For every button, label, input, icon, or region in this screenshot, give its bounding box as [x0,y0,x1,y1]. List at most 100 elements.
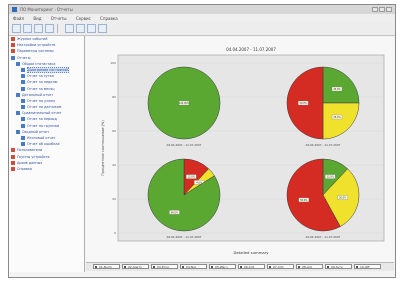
y-tick-label: 0 [114,231,116,235]
report-icon [21,80,25,85]
tree-item[interactable]: Справка [9,166,84,172]
menu-service[interactable]: Сервис [72,14,95,21]
tree-item-label: Сводный отчет [22,129,50,134]
tree-item-label: Отчет за сутки [27,74,54,79]
tree-item-label: Отчет за период [27,117,57,122]
legend-marker-icon [95,266,97,268]
legend-label: 04-N/A [186,265,197,269]
slice-label: 25.0% [333,88,341,91]
legend-marker-icon [298,266,300,268]
report-icon [21,67,25,72]
legend-item[interactable]: 09-Sync [325,264,352,269]
legend-marker-icon [327,266,329,268]
menu-file[interactable]: Файл [9,14,28,21]
y-axis-label: Процентное соотношение (%) [101,120,105,176]
app-window: ПО Мониторинг · Отчеты Файл Вид Отчеты С… [8,4,396,278]
legend-marker-icon [124,266,126,268]
report-icon [16,111,20,116]
slice-label: 30.0% [339,196,347,199]
report-icon [16,61,20,66]
tree-item-label: Журнал событий [17,37,48,41]
x-axis-label: Detailed summary [233,250,269,255]
folder-icon [11,49,15,54]
pie-caption: 04.04.2007 - 11.07.2007 [306,143,341,147]
tree-item-label: Архив данных [17,160,43,165]
tree-item-label: Настройки устройств [17,43,56,48]
legend-marker-icon [153,266,155,268]
tree-item-label: Сравнительный отчет [22,111,62,116]
folder-icon [11,37,15,41]
chart-icon[interactable] [87,24,96,33]
close-button[interactable] [386,7,392,12]
tree-item-label: Отчет за месяц [27,86,55,91]
report-icon [16,129,20,134]
legend-label: 07-Info [273,265,284,269]
legend-item[interactable]: 07-Info [267,264,294,269]
help-icon[interactable] [98,24,107,33]
y-tick-label: 80 [112,95,116,99]
legend-marker-icon [356,266,358,268]
legend-item[interactable]: 04-N/A [180,264,207,269]
legend-item[interactable]: 01-Norm [93,264,120,269]
slice-label: 25.0% [333,116,341,119]
folder-icon [11,43,15,48]
y-tick-label: 20 [112,197,116,201]
tree-item-label: Отчет по датчикам [27,105,62,110]
report-panel: 04.04.2007 - 11.07.2007 Процентное соотн… [86,37,394,271]
slice-label: 100.00% [179,102,190,105]
minimize-button[interactable] [372,7,378,12]
legend-label: 05-Warn [215,265,228,269]
report-icon [21,117,25,122]
legend-item[interactable]: 06-Crit [238,264,265,269]
legend-item[interactable]: 03-Error [151,264,178,269]
toolbar-separator [57,24,58,33]
open-icon[interactable] [23,24,32,33]
refresh-icon[interactable] [65,24,74,33]
tree-item-label: Итоговый отчет [27,136,56,140]
report-icon [21,86,25,91]
pie-caption: 04.04.2007 - 11.07.2007 [167,235,202,239]
report-icon [21,123,25,128]
save-icon[interactable] [34,24,43,33]
report-icon [16,92,20,97]
y-tick-label: 100 [110,61,116,65]
legend-marker-icon [269,266,271,268]
report-icon [21,142,25,147]
report-icon [21,74,25,79]
slice-label: 12.0% [188,176,196,179]
legend-marker-icon [182,266,184,268]
legend-label: 01-Norm [99,265,113,269]
chart-title: 04.04.2007 - 11.07.2007 [226,47,276,52]
tree-item-label: Пользователи [17,148,43,153]
tree-item-label: Отчет за неделю [27,80,58,85]
slice-label: 50.0% [300,102,308,105]
new-icon[interactable] [12,24,21,33]
legend-label: 10-Off [360,265,370,269]
legend-item[interactable]: 05-Warn [209,264,236,269]
tree-item-label: Группы устройств [17,154,50,159]
window-title: ПО Мониторинг · Отчеты [20,7,73,12]
legend-item[interactable]: 08-Ack [296,264,323,269]
tree-item-label: Детальный отчет [22,92,54,97]
maximize-button[interactable] [379,7,385,12]
slice-label: 12.0% [327,176,335,179]
pie-chart-panel: 04.04.2007 - 11.07.2007 Процентное соотн… [98,43,388,261]
navigation-tree: Журнал событий Настройки устройств Парамет… [9,36,85,272]
folder-icon [11,160,15,165]
legend-label: 09-Sync [331,265,344,269]
legend-marker-icon [240,266,242,268]
folder-icon [11,154,15,159]
filter-icon[interactable] [76,24,85,33]
menu-view[interactable]: Вид [29,14,45,21]
slice-label: 58.0% [300,199,308,202]
legend-item[interactable]: 10-Off [354,264,381,269]
tree-item-label: Отчеты [17,55,31,60]
report-icon [21,105,25,110]
legend-label: 06-Crit [244,265,255,269]
legend-label: 08-Ack [302,265,313,269]
menu-reports[interactable]: Отчеты [47,14,71,21]
print-icon[interactable] [45,24,54,33]
menu-help[interactable]: Справка [96,14,122,21]
legend-item[interactable]: 02-Alarm [122,264,149,269]
tree-item-label: Отчет по узлам [27,98,55,103]
